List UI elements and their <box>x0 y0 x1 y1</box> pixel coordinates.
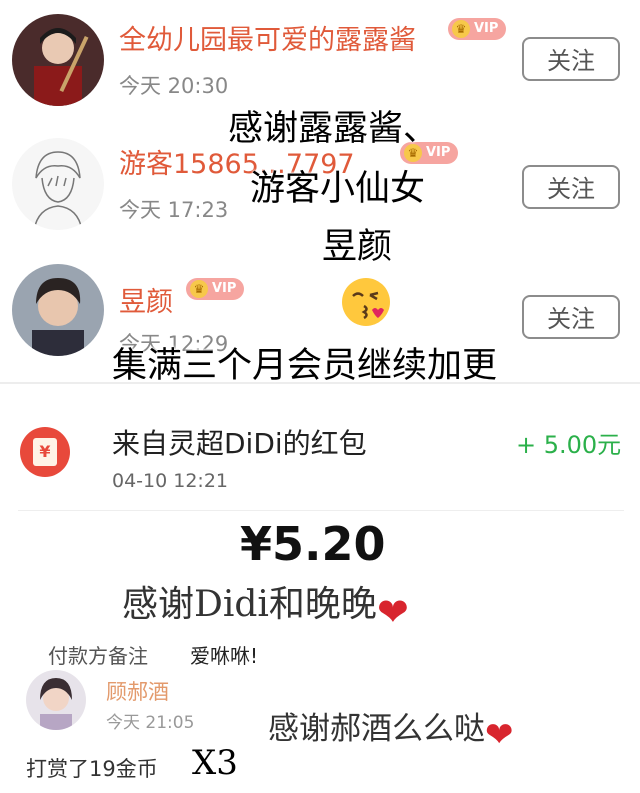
avatar[interactable] <box>12 264 104 356</box>
timestamp: 今天 17:23 <box>119 198 229 222</box>
caption-thanks-1: 感谢露露酱、 <box>228 109 439 149</box>
avatar[interactable] <box>12 138 104 230</box>
follow-button[interactable]: 关注 <box>522 295 620 339</box>
payment-note-label: 付款方备注 <box>48 644 148 668</box>
payment-note-value: 爱咻咻! <box>190 644 259 668</box>
payment-amount: ¥5.20 <box>240 517 386 571</box>
avatar[interactable] <box>12 14 104 106</box>
vip-badge: ♛ VIP <box>186 278 245 300</box>
timestamp: 今天 20:30 <box>119 74 229 98</box>
caption-thanks-didi: 感谢Didi和晚晚❤ <box>122 575 409 634</box>
avatar[interactable] <box>26 670 86 730</box>
vip-label: VIP <box>474 21 499 36</box>
red-packet-icon: ¥ <box>20 427 70 477</box>
username[interactable]: 全幼儿园最可爱的露露酱 <box>119 18 416 57</box>
caption-thanks-hao-text: 感谢郝酒么么哒 <box>268 711 485 747</box>
caption-times: X3 <box>192 743 238 783</box>
crown-icon: ♛ <box>452 20 470 38</box>
heart-icon: ❤ <box>485 714 514 755</box>
red-packet-title: 来自灵超DiDi的红包 <box>112 427 367 460</box>
vip-label: VIP <box>212 281 237 296</box>
red-packet-amount: + 5.00元 <box>516 431 622 459</box>
crown-icon: ♛ <box>190 280 208 298</box>
caption-thanks-hao: 感谢郝酒么么哒❤ <box>268 703 514 755</box>
caption-thanks-3: 昱颜 <box>322 227 393 267</box>
gift-message: 打赏了19金币 <box>26 757 158 781</box>
red-packet-date: 04-10 12:21 <box>112 470 229 492</box>
caption-thanks-2: 游客小仙女 <box>250 169 426 209</box>
gift-username[interactable]: 顾郝酒 <box>106 676 169 706</box>
heart-icon: ❤ <box>376 589 409 634</box>
caption-vip-goal: 集满三个月会员继续加更 <box>112 346 498 386</box>
username[interactable]: 昱颜 <box>119 280 173 319</box>
gift-timestamp: 今天 21:05 <box>106 713 195 733</box>
follow-button[interactable]: 关注 <box>522 37 620 81</box>
vip-badge: ♛ VIP <box>448 18 507 40</box>
follow-button[interactable]: 关注 <box>522 165 620 209</box>
caption-thanks-didi-text: 感谢Didi和晚晚 <box>122 584 377 625</box>
kiss-emoji-icon <box>340 276 392 328</box>
yen-icon: ¥ <box>33 438 57 466</box>
